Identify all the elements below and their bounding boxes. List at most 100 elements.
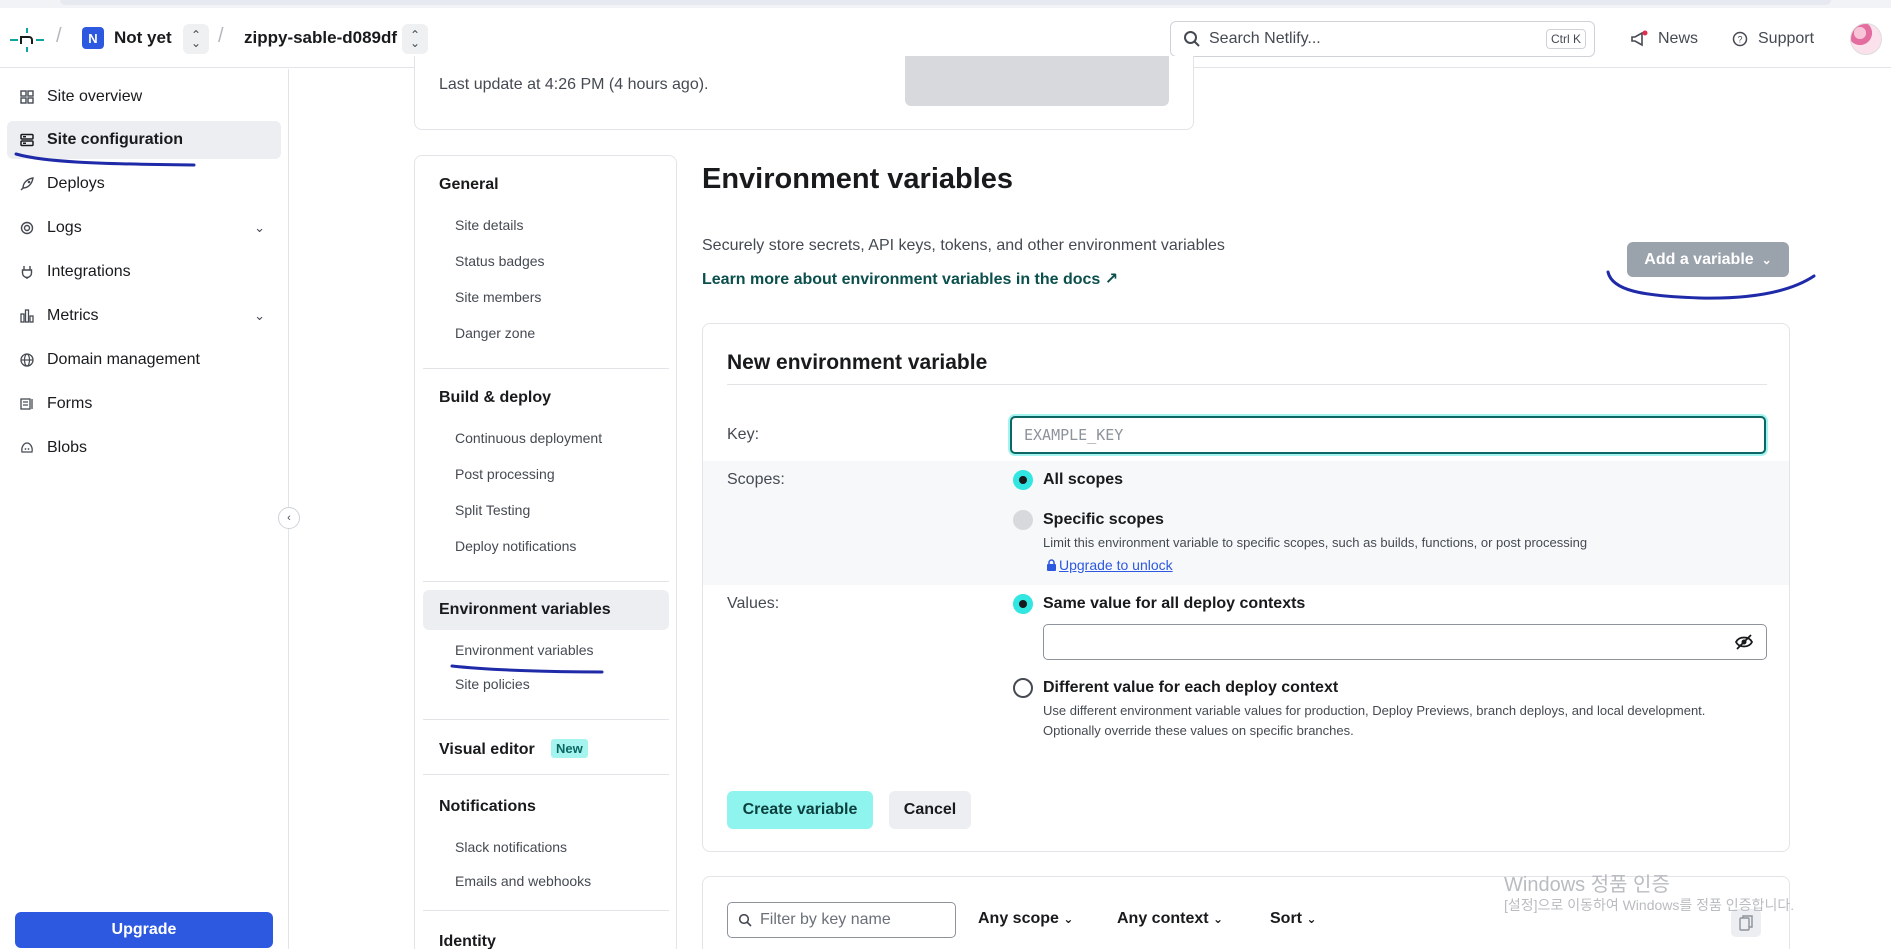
sidebar-item-site-overview[interactable]: Site overview: [7, 78, 281, 116]
nav-item-deploy-notifications[interactable]: Deploy notifications: [455, 538, 576, 554]
search-input[interactable]: Search Netlify... Ctrl K: [1170, 21, 1595, 57]
key-label: Key:: [727, 426, 760, 443]
support-label: Support: [1758, 30, 1815, 47]
scopes-label: Scopes:: [727, 471, 785, 488]
search-icon: [738, 913, 752, 927]
news-link[interactable]: News: [1630, 30, 1698, 48]
nav-heading-build-deploy[interactable]: Build & deploy: [439, 389, 551, 407]
site-configuration-nav: General Site details Status badges Site …: [414, 155, 677, 949]
sort-label: Sort: [1270, 910, 1302, 927]
sidebar-item-label: Metrics: [47, 307, 99, 324]
collapse-sidebar-icon[interactable]: ‹: [278, 507, 300, 529]
windows-activation-hint: [설정]으로 이동하여 Windows를 정품 인증합니다.: [1504, 897, 1795, 913]
user-avatar[interactable]: [1850, 23, 1882, 55]
scope-filter-dropdown[interactable]: Any scope ⌄: [978, 910, 1073, 928]
site-name[interactable]: zippy-sable-d089df: [244, 28, 397, 48]
sidebar-item-label: Logs: [47, 219, 82, 236]
nav-item-emails-webhooks[interactable]: Emails and webhooks: [455, 873, 591, 889]
browser-top-strip-bar: [60, 0, 1831, 5]
support-link[interactable]: ? Support: [1732, 30, 1814, 48]
team-avatar[interactable]: N: [82, 27, 104, 49]
upgrade-to-unlock-label: Upgrade to unlock: [1059, 557, 1173, 573]
nav-item-site-members[interactable]: Site members: [455, 289, 541, 305]
search-shortcut-badge: Ctrl K: [1546, 29, 1586, 49]
breadcrumb-separator: /: [218, 25, 224, 47]
search-icon: [1184, 31, 1200, 47]
specific-scopes-radio: [1013, 510, 1033, 530]
browser-top-strip: [0, 0, 1891, 8]
nav-divider: [423, 368, 669, 369]
nav-item-continuous-deployment[interactable]: Continuous deployment: [455, 430, 602, 446]
scopes-section: [703, 461, 1789, 585]
nav-item-post-processing[interactable]: Post processing: [455, 466, 555, 482]
sidebar-item-forms[interactable]: Forms: [7, 385, 281, 423]
team-switcher-icon[interactable]: ⌃ ⌄: [183, 24, 209, 54]
add-variable-button[interactable]: Add a variable ⌄: [1627, 242, 1789, 277]
sidebar-item-integrations[interactable]: Integrations: [7, 253, 281, 291]
upgrade-to-unlock-link[interactable]: Upgrade to unlock: [1046, 557, 1173, 573]
svg-text:?: ?: [1737, 35, 1742, 45]
config-icon: [19, 132, 35, 148]
sidebar-item-label: Blobs: [47, 439, 88, 456]
chevron-down-icon[interactable]: ⌄: [254, 308, 265, 324]
docs-link[interactable]: Learn more about environment variables i…: [702, 269, 1118, 289]
nav-item-site-policies[interactable]: Site policies: [455, 676, 530, 692]
context-filter-label: Any context: [1117, 910, 1209, 927]
breadcrumb-separator: /: [56, 25, 62, 47]
nav-heading-environment-variables[interactable]: Environment variables: [439, 601, 611, 619]
nav-heading-visual-editor[interactable]: Visual editor: [439, 741, 535, 759]
chevron-down-icon[interactable]: ⌄: [254, 220, 265, 236]
netlify-logo-icon[interactable]: [10, 28, 44, 52]
nav-heading-identity[interactable]: Identity: [439, 933, 496, 949]
different-value-help: Use different environment variable value…: [1043, 703, 1706, 738]
value-input[interactable]: [1043, 624, 1767, 660]
site-preview-thumbnail[interactable]: [905, 56, 1169, 106]
help-circle-icon: ?: [1732, 31, 1748, 47]
nav-item-slack-notifications[interactable]: Slack notifications: [455, 839, 567, 855]
chevron-down-icon: ⌄: [1306, 912, 1317, 926]
sidebar-item-logs[interactable]: Logs ⌄: [7, 209, 281, 247]
sidebar-item-blobs[interactable]: Blobs: [7, 429, 281, 467]
filter-input[interactable]: Filter by key name: [727, 902, 956, 938]
nav-item-danger-zone[interactable]: Danger zone: [455, 325, 535, 341]
sidebar-item-site-configuration[interactable]: Site configuration: [7, 121, 281, 159]
same-value-label[interactable]: Same value for all deploy contexts: [1043, 595, 1305, 613]
nav-item-environment-variables[interactable]: Environment variables: [455, 642, 594, 658]
new-env-var-form: New environment variable Key: Scopes: Al…: [702, 323, 1790, 852]
sidebar-item-deploys[interactable]: Deploys: [7, 165, 281, 203]
nav-heading-notifications[interactable]: Notifications: [439, 798, 536, 816]
nav-item-site-details[interactable]: Site details: [455, 217, 523, 233]
site-switcher-icon[interactable]: ⌃ ⌄: [402, 24, 428, 54]
same-value-radio[interactable]: [1013, 594, 1033, 614]
nav-item-split-testing[interactable]: Split Testing: [455, 502, 530, 518]
team-name[interactable]: Not yet: [114, 28, 172, 48]
key-input[interactable]: [1010, 416, 1766, 454]
sidebar-item-label: Integrations: [47, 263, 131, 280]
sidebar-item-label: Domain management: [47, 351, 200, 368]
eye-off-icon[interactable]: [1734, 633, 1754, 651]
different-value-radio[interactable]: [1013, 678, 1033, 698]
lock-icon: [1047, 559, 1056, 571]
all-scopes-radio[interactable]: [1013, 470, 1033, 490]
all-scopes-label[interactable]: All scopes: [1043, 471, 1123, 489]
sidebar-item-label: Forms: [47, 395, 93, 412]
specific-scopes-help: Limit this environment variable to speci…: [1043, 535, 1588, 550]
context-filter-dropdown[interactable]: Any context ⌄: [1117, 910, 1223, 928]
form-title: New environment variable: [727, 351, 988, 374]
sort-dropdown[interactable]: Sort ⌄: [1270, 910, 1317, 928]
upgrade-button[interactable]: Upgrade: [15, 912, 273, 948]
create-variable-button[interactable]: Create variable: [727, 791, 873, 829]
sidebar-item-domain-management[interactable]: Domain management: [7, 341, 281, 379]
sidebar-item-label: Site configuration: [47, 131, 183, 148]
sidebar-item-metrics[interactable]: Metrics ⌄: [7, 297, 281, 335]
nav-item-status-badges[interactable]: Status badges: [455, 253, 545, 269]
news-label: News: [1658, 30, 1699, 47]
different-value-label[interactable]: Different value for each deploy context: [1043, 679, 1338, 697]
scope-filter-label: Any scope: [978, 910, 1059, 927]
blobs-icon: [19, 440, 35, 456]
plug-icon: [19, 264, 35, 280]
cancel-button[interactable]: Cancel: [889, 791, 971, 829]
nav-heading-general[interactable]: General: [439, 176, 499, 194]
filter-placeholder: Filter by key name: [760, 911, 891, 928]
site-deploy-card: Last update at 4:26 PM (4 hours ago).: [414, 56, 1194, 130]
